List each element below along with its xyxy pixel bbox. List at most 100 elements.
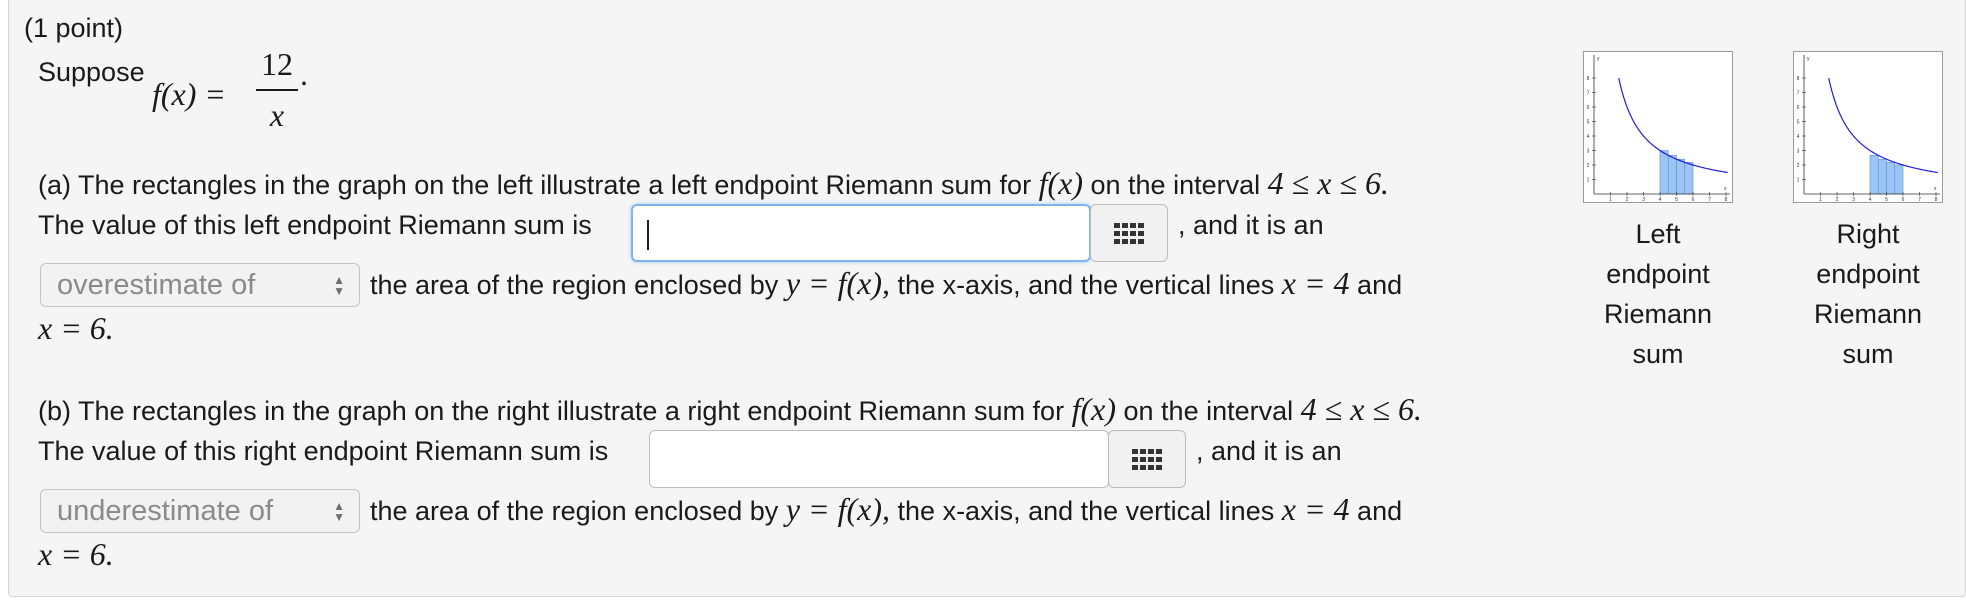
left-graph-caption: Left endpoint Riemann sum [1583, 214, 1733, 374]
part-b-value-text: The value of this right endpoint Riemann… [38, 436, 609, 466]
left-riemann-graph: 1 2 3 4 5 6 7 8 1 2 3 4 5 6 7 8 x y [1583, 51, 1733, 203]
riemann-rectangle [1877, 158, 1887, 195]
x-tick-label: 6 [1902, 197, 1905, 202]
part-a-x4: x = 4 [1281, 265, 1350, 301]
x-tick-label: 5 [1885, 197, 1888, 202]
y-tick-label: 8 [1587, 76, 1590, 82]
x-tick-label: 4 [1659, 197, 1662, 202]
part-b-area-sentence: the area of the region enclosed by y = f… [370, 493, 1402, 527]
x-tick-label: 1 [1819, 197, 1822, 202]
part-b-prompt: (b) The rectangles in the graph on the r… [38, 393, 1422, 427]
fraction-denominator: x [269, 97, 285, 133]
part-a-fx: f(x) [1038, 165, 1083, 201]
riemann-rectangle [1676, 158, 1686, 195]
right-graph-caption: Right endpoint Riemann sum [1793, 214, 1943, 374]
caption-line: sum [1632, 339, 1684, 369]
fraction-bar [256, 89, 298, 91]
y-tick-label: 2 [1587, 163, 1590, 169]
part-a-answer-input[interactable] [631, 204, 1091, 262]
text-caret [647, 220, 649, 250]
y-tick-label: 6 [1587, 105, 1590, 111]
part-a-area-text: the area of the region enclosed by [370, 270, 779, 300]
part-b-estimate-select[interactable]: underestimate of ▲ ▼ [40, 489, 360, 533]
fraction-numerator: 12 [261, 46, 293, 82]
up-down-arrows-icon: ▲ ▼ [333, 499, 345, 524]
caption-line: endpoint [1816, 259, 1920, 289]
x-tick-label: 3 [1642, 197, 1645, 202]
part-b-fx: f(x) [1071, 391, 1116, 427]
caption-line: Right [1836, 219, 1900, 249]
x-tick-label: 2 [1836, 197, 1839, 202]
y-tick-label: 5 [1797, 120, 1800, 126]
part-b-and-it-is-an: , and it is an [1196, 436, 1342, 466]
x-axis-label: x [1934, 186, 1937, 192]
part-a-estimate-select[interactable]: overestimate of ▲ ▼ [40, 263, 360, 307]
y-tick-label: 3 [1587, 149, 1590, 155]
part-a-select-value: overestimate of [57, 269, 256, 301]
part-b-y-eq: y = f(x), [785, 491, 891, 527]
y-tick-label: 7 [1587, 91, 1590, 97]
x-tick-label: 7 [1708, 197, 1711, 202]
part-b-and: and [1357, 496, 1403, 526]
part-a-line1: (a) The rectangles in the graph on the l… [38, 170, 1032, 200]
part-a-interval: 4 ≤ x ≤ 6. [1267, 165, 1389, 201]
part-a-and: and [1357, 270, 1403, 300]
part-b-x4: x = 4 [1281, 491, 1350, 527]
fraction-period: . [300, 56, 308, 92]
riemann-rectangle [1667, 155, 1677, 195]
part-b-on-interval: on the interval [1123, 396, 1294, 426]
right-riemann-plot: 1 2 3 4 5 6 7 8 1 2 3 4 5 6 7 8 x y [1797, 55, 1940, 203]
function-curve [1828, 77, 1938, 174]
riemann-rectangle [1894, 164, 1904, 195]
part-b-answer-input[interactable] [649, 430, 1109, 488]
part-b-x6: x = 6. [38, 536, 114, 572]
caption-line: Riemann [1603, 299, 1713, 329]
right-riemann-graph: 1 2 3 4 5 6 7 8 1 2 3 4 5 6 7 8 x y [1793, 51, 1943, 203]
x-axis-label: x [1724, 186, 1727, 192]
y-tick-label: 1 [1797, 178, 1800, 184]
x-tick-label: 4 [1869, 197, 1872, 202]
caption-line: Riemann [1813, 299, 1923, 329]
y-tick-label: 6 [1797, 105, 1800, 111]
y-axis-label: y [1807, 56, 1810, 62]
x-tick-label: 1 [1609, 197, 1612, 202]
part-b-equation-palette-button[interactable] [1108, 430, 1186, 488]
y-axis-label: y [1597, 56, 1600, 62]
x-tick-label: 8 [1935, 197, 1938, 202]
part-a-on-interval: on the interval [1090, 170, 1261, 200]
part-b-xaxis-text: the x-axis, and the vertical lines [897, 496, 1275, 526]
part-b-line1: (b) The rectangles in the graph on the r… [38, 396, 1065, 426]
caption-line: sum [1842, 339, 1894, 369]
part-a-area-sentence: the area of the region enclosed by y = f… [370, 267, 1402, 301]
y-tick-label: 4 [1587, 134, 1590, 140]
part-b-select-value: underestimate of [57, 495, 274, 527]
function-curve [1618, 77, 1728, 174]
y-tick-label: 2 [1797, 163, 1800, 169]
caption-line: endpoint [1606, 259, 1710, 289]
part-a-x6: x = 6. [38, 310, 114, 346]
x-tick-label: 5 [1675, 197, 1678, 202]
left-riemann-plot: 1 2 3 4 5 6 7 8 1 2 3 4 5 6 7 8 x y [1587, 55, 1730, 203]
keypad-grid-icon [1114, 223, 1144, 244]
f-definition-lhs: f(x) = [152, 76, 226, 112]
y-tick-label: 1 [1587, 178, 1590, 184]
riemann-rectangle [1659, 150, 1669, 195]
caption-line: Left [1635, 219, 1681, 249]
up-down-arrows-icon: ▲ ▼ [333, 273, 345, 298]
x-tick-label: 8 [1725, 197, 1728, 202]
part-b-area-text: the area of the region enclosed by [370, 496, 779, 526]
y-tick-label: 3 [1797, 149, 1800, 155]
fraction: 12 x [256, 46, 298, 134]
part-a-equation-palette-button[interactable] [1090, 204, 1168, 262]
x-tick-label: 6 [1692, 197, 1695, 202]
points-label: (1 point) [24, 13, 124, 43]
y-tick-label: 8 [1797, 76, 1800, 82]
keypad-grid-icon [1132, 449, 1162, 470]
x-tick-label: 2 [1626, 197, 1629, 202]
y-tick-label: 5 [1587, 120, 1590, 126]
riemann-rectangle [1886, 162, 1896, 195]
part-a-value-text: The value of this left endpoint Riemann … [38, 210, 592, 240]
part-a-and-it-is-an: , and it is an [1178, 210, 1324, 240]
y-tick-label: 7 [1797, 91, 1800, 97]
x-tick-label: 3 [1852, 197, 1855, 202]
